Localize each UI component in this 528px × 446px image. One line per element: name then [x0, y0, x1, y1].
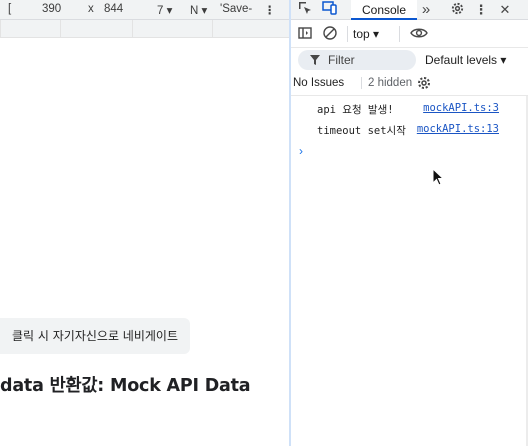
devtools-tabbar: Console » ⋮ ✕ — [291, 0, 528, 20]
toolbar-separator — [399, 26, 400, 42]
device-toggle-icon[interactable] — [321, 1, 339, 19]
ruler-segment[interactable] — [60, 20, 132, 38]
self-navigate-button[interactable]: 클릭 시 자기자신으로 네비게이트 — [0, 318, 190, 354]
dimension-separator: x — [88, 3, 94, 15]
console-message: timeout set시작 mockAPI.ts:13 — [291, 119, 528, 141]
ruler-segment[interactable] — [212, 20, 289, 38]
clear-console-icon[interactable] — [322, 25, 340, 43]
context-selector[interactable]: top ▾ — [353, 25, 379, 43]
throttle-dropdown[interactable]: N ▾ — [190, 3, 207, 17]
save-data-dropdown[interactable]: 'Save- — [220, 3, 252, 15]
sidebar-icon[interactable] — [297, 25, 315, 43]
media-query-ruler — [0, 20, 289, 38]
filter-icon — [310, 55, 320, 65]
close-icon[interactable]: ✕ — [496, 1, 514, 19]
console-message-text: timeout set시작 — [317, 125, 406, 137]
ruler-segment[interactable] — [132, 20, 212, 38]
console-toolbar: top ▾ — [291, 21, 528, 48]
console-source-link[interactable]: mockAPI.ts:3 — [423, 102, 499, 114]
gear-icon[interactable] — [416, 75, 432, 91]
data-result-heading: data 반환값: Mock API Data — [0, 376, 251, 396]
mouse-cursor-icon — [432, 168, 444, 186]
device-more-button[interactable]: ⋮ — [264, 3, 276, 17]
filter-bar: Filter Default levels ▾ — [291, 48, 528, 72]
inspect-icon[interactable] — [296, 1, 314, 19]
page-viewport: [ 390 x 844 7 ▾ N ▾ 'Save- ⋮ 클릭 시 자기자신으로… — [0, 0, 289, 446]
console-message-text: api 요청 발생! — [317, 104, 394, 116]
eye-icon[interactable] — [410, 25, 428, 43]
hidden-count: 2 hidden — [361, 77, 412, 89]
more-options-icon[interactable]: ⋮ — [472, 1, 490, 19]
ruler-segment[interactable] — [0, 20, 60, 38]
viewport-height-input[interactable]: 844 — [104, 3, 123, 15]
console-message: api 요청 발생! mockAPI.ts:3 — [291, 98, 528, 120]
settings-icon[interactable] — [448, 1, 466, 19]
filter-input[interactable]: Filter — [298, 50, 416, 70]
zoom-dropdown[interactable]: 7 ▾ — [157, 3, 172, 17]
console-prompt[interactable]: › — [299, 144, 303, 158]
issues-count[interactable]: No Issues — [293, 77, 344, 89]
toolbar-separator — [347, 26, 348, 42]
viewport-width-input[interactable]: 390 — [42, 3, 61, 15]
issues-bar: No Issues 2 hidden — [291, 72, 528, 96]
devtools-panel: Console » ⋮ ✕ top ▾ Filter Default level… — [291, 0, 528, 446]
log-levels-dropdown[interactable]: Default levels ▾ — [425, 50, 506, 70]
device-toolbar: [ 390 x 844 7 ▾ N ▾ 'Save- ⋮ — [0, 0, 289, 20]
filter-placeholder: Filter — [328, 53, 355, 67]
tab-console[interactable]: Console — [351, 0, 417, 20]
dimensions-dropdown[interactable]: [ — [8, 3, 11, 15]
screen: [ 390 x 844 7 ▾ N ▾ 'Save- ⋮ 클릭 시 자기자신으로… — [0, 0, 528, 446]
more-tabs-icon[interactable]: » — [417, 1, 435, 19]
console-source-link[interactable]: mockAPI.ts:13 — [417, 123, 499, 135]
